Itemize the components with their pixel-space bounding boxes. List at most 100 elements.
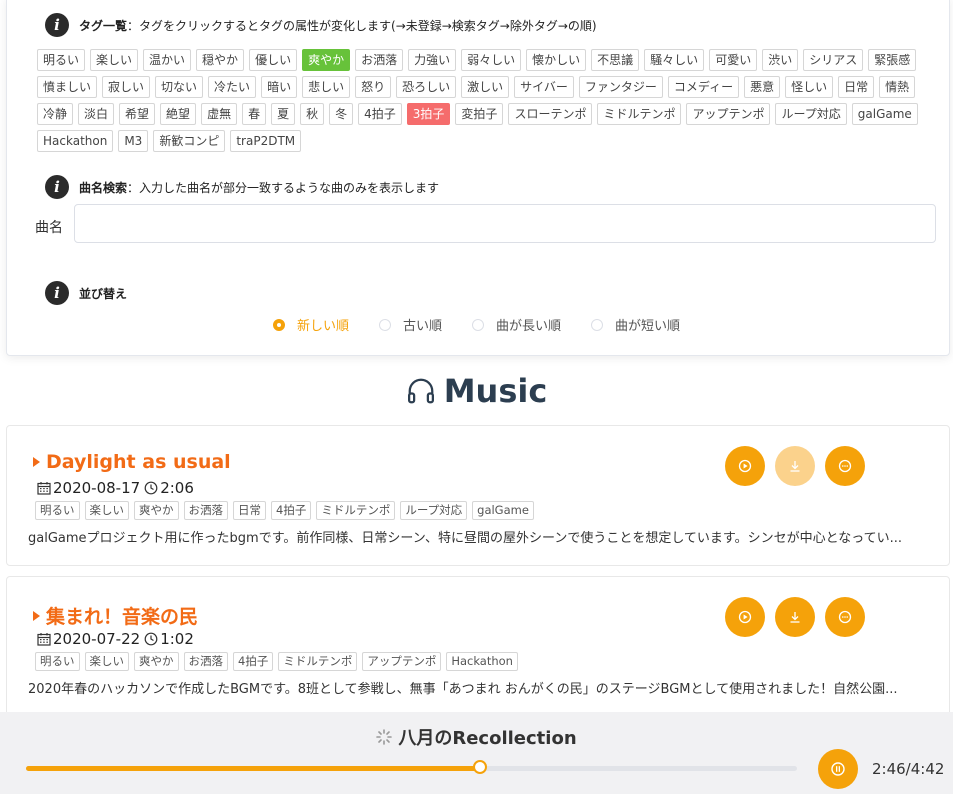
tag-chip[interactable]: コメディー — [667, 76, 740, 98]
tag-chip[interactable]: 寂しい — [102, 76, 151, 98]
play-button[interactable] — [725, 597, 765, 637]
tag-chip[interactable]: 情熱 — [879, 76, 916, 98]
progress-handle[interactable] — [473, 760, 488, 774]
radio-circle-icon[interactable] — [472, 318, 485, 331]
radio-circle-icon[interactable] — [591, 318, 604, 331]
tag-chip[interactable]: 希望 — [119, 103, 156, 125]
comment-button[interactable] — [825, 597, 865, 637]
tag-chip[interactable]: 絶望 — [160, 103, 197, 125]
tag-chip[interactable]: 新歓コンピ — [153, 130, 226, 152]
tag-chip[interactable]: 冷たい — [208, 76, 257, 98]
tag-chip[interactable]: galGame — [851, 103, 918, 125]
song-tag[interactable]: ミドルテンポ — [278, 652, 358, 671]
song-title-link[interactable]: 集まれ！音楽の民 — [33, 602, 198, 629]
tag-chip[interactable]: アップテンポ — [686, 103, 771, 125]
tag-chip[interactable]: 可愛い — [709, 49, 758, 71]
tag-chip[interactable]: 優しい — [249, 49, 298, 71]
info-icon: i — [45, 281, 69, 305]
song-card: Daylight as usual 2020-08-17 2:06 明るい 楽しい… — [6, 425, 950, 566]
tag-chip[interactable]: 切ない — [155, 76, 204, 98]
radio-circle-icon[interactable] — [379, 318, 392, 331]
song-tag[interactable]: 明るい — [35, 501, 80, 520]
song-tag[interactable]: 楽しい — [84, 652, 129, 671]
song-tag[interactable]: 爽やか — [134, 501, 179, 520]
sort-option[interactable]: 曲が短い順 — [591, 315, 680, 334]
tag-chip[interactable]: M3 — [118, 130, 149, 152]
song-name-input[interactable] — [74, 204, 936, 243]
song-tag[interactable]: 日常 — [233, 501, 266, 520]
tag-chip[interactable]: 穏やか — [196, 49, 245, 71]
song-tag[interactable]: 爽やか — [134, 652, 179, 671]
song-tag[interactable]: ミドルテンポ — [316, 501, 396, 520]
tag-chip[interactable]: スローテンポ — [508, 103, 593, 125]
tag-chip[interactable]: 恐ろしい — [396, 76, 457, 98]
tag-chip[interactable]: 冷静 — [37, 103, 74, 125]
tag-chip[interactable]: 怒り — [355, 76, 392, 98]
song-tag[interactable]: お洒落 — [183, 501, 228, 520]
loading-icon — [376, 729, 393, 745]
tag-chip[interactable]: 暗い — [261, 76, 298, 98]
tag-chip[interactable]: traP2DTM — [230, 130, 302, 152]
tag-chip[interactable]: 激しい — [461, 76, 510, 98]
tag-chip[interactable]: 弱々しい — [461, 49, 522, 71]
tag-section-header: i タグ一覧 ：タグをクリックするとタグの属性が変化します(→未登録→検索タグ→… — [45, 13, 597, 37]
tag-chip[interactable]: 虚無 — [201, 103, 238, 125]
download-button[interactable] — [775, 597, 815, 637]
tag-chip[interactable]: 懐かしい — [526, 49, 587, 71]
radio-circle-icon[interactable] — [273, 318, 285, 331]
play-button[interactable] — [725, 446, 765, 486]
tag-chip[interactable]: 爽やか — [302, 49, 351, 71]
tag-chip[interactable]: 3拍子 — [406, 103, 451, 125]
song-tag[interactable]: 明るい — [35, 652, 80, 671]
tag-section-description: ：タグをクリックするとタグの属性が変化します(→未登録→検索タグ→除外タグ→の順… — [127, 18, 597, 33]
tag-chip[interactable]: 悲しい — [302, 76, 351, 98]
tag-chip[interactable]: 悪意 — [744, 76, 781, 98]
tag-chip[interactable]: 力強い — [408, 49, 457, 71]
tag-chip[interactable]: 淡白 — [78, 103, 115, 125]
tag-chip[interactable]: 怪しい — [785, 76, 834, 98]
tag-chip[interactable]: サイバー — [514, 76, 574, 98]
sort-option[interactable]: 古い順 — [379, 315, 442, 334]
song-tag[interactable]: galGame — [472, 501, 534, 520]
tag-chip[interactable]: 夏 — [271, 103, 296, 125]
tag-chip[interactable]: 不思議 — [591, 49, 640, 71]
song-actions — [725, 597, 865, 637]
song-meta: 2020-07-22 1:02 — [37, 630, 194, 648]
tag-chip[interactable]: 渋い — [762, 49, 799, 71]
caret-right-icon — [33, 610, 40, 621]
tag-chip[interactable]: 4拍子 — [358, 103, 402, 125]
tag-chip[interactable]: 憤ましい — [37, 76, 98, 98]
tag-chip[interactable]: 秋 — [300, 103, 325, 125]
song-tag[interactable]: ループ対応 — [400, 501, 468, 520]
song-tag[interactable]: アップテンポ — [362, 652, 442, 671]
progress-slider[interactable] — [26, 760, 797, 774]
download-icon — [790, 461, 800, 472]
tag-chip[interactable]: 日常 — [838, 76, 875, 98]
tag-chip[interactable]: 明るい — [37, 49, 86, 71]
tag-chip[interactable]: 変拍子 — [455, 103, 504, 125]
song-tag[interactable]: 楽しい — [84, 501, 129, 520]
tag-chip[interactable]: 騒々しい — [644, 49, 705, 71]
tag-chip[interactable]: ループ対応 — [775, 103, 847, 125]
sort-option[interactable]: 曲が長い順 — [472, 315, 561, 334]
tag-chip[interactable]: ファンタジー — [578, 76, 663, 98]
song-title-link[interactable]: Daylight as usual — [33, 451, 231, 473]
tag-chip[interactable]: お洒落 — [355, 49, 404, 71]
song-tag[interactable]: 4拍子 — [271, 501, 312, 520]
tag-chip[interactable]: 冬 — [329, 103, 354, 125]
tag-chip[interactable]: 緊張感 — [868, 49, 917, 71]
sort-option[interactable]: 新しい順 — [273, 315, 349, 334]
song-tag[interactable]: 4拍子 — [233, 652, 274, 671]
tag-chip[interactable]: Hackathon — [37, 130, 114, 152]
tag-chip[interactable]: ミドルテンポ — [597, 103, 682, 125]
pause-button[interactable] — [818, 749, 858, 789]
tag-chip[interactable]: 春 — [242, 103, 267, 125]
comment-button[interactable] — [825, 446, 865, 486]
tag-chip[interactable]: 温かい — [143, 49, 192, 71]
song-tag[interactable]: お洒落 — [183, 652, 228, 671]
song-tag[interactable]: Hackathon — [446, 652, 518, 671]
tag-chip[interactable]: 楽しい — [90, 49, 139, 71]
download-button[interactable] — [775, 446, 815, 486]
tag-chip[interactable]: シリアス — [803, 49, 864, 71]
name-search-header: i 曲名検索 ：入力した曲名が部分一致するような曲のみを表示します — [45, 175, 439, 199]
